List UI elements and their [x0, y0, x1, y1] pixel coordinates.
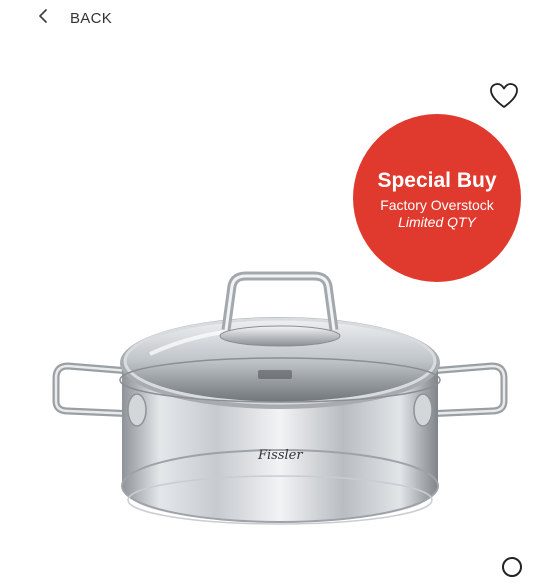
badge-title: Special Buy — [377, 168, 497, 192]
special-buy-badge: Special Buy Factory Overstock Limited QT… — [353, 114, 521, 282]
badge-subtitle: Factory Overstock — [380, 196, 494, 213]
brand-mark: Fissler — [258, 448, 303, 463]
chevron-left-icon — [38, 8, 48, 29]
product-image: Fissler — [50, 268, 510, 532]
circle-outline-icon[interactable] — [500, 555, 524, 579]
back-button[interactable]: BACK — [38, 6, 112, 30]
heart-outline-icon — [489, 83, 519, 114]
top-bar: BACK — [0, 0, 560, 36]
back-label: BACK — [70, 9, 113, 27]
favorite-button[interactable] — [489, 82, 519, 110]
badge-note: Limited QTY — [398, 213, 476, 230]
